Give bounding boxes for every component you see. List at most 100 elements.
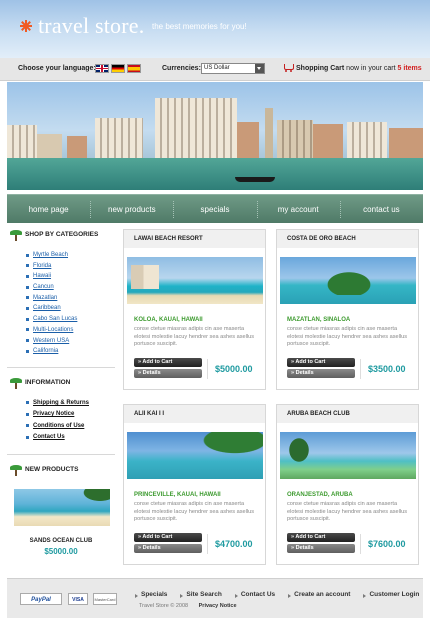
hero-banner — [7, 82, 423, 190]
german-flag-icon[interactable] — [111, 64, 125, 73]
logo-star-icon — [20, 20, 32, 32]
add-to-cart-button[interactable]: » Add to Cart — [134, 533, 202, 542]
new-product-title[interactable]: SANDS OCEAN CLUB — [7, 538, 115, 544]
spanish-flag-icon[interactable] — [127, 64, 141, 73]
product-card: ARUBA BEACH CLUB ORANJESTAD, ARUBA conse… — [276, 404, 419, 565]
nav-my-account[interactable]: my account — [256, 195, 340, 223]
product-location: MAZATLAN, SINALOA — [287, 317, 351, 323]
add-to-cart-label: Add to Cart — [142, 534, 173, 540]
paypal-icon: PayPal — [20, 593, 62, 605]
product-title[interactable]: LAWAI BEACH RESORT — [124, 230, 265, 248]
english-flag-icon[interactable] — [95, 64, 109, 73]
category-link[interactable]: Multi-Locations — [25, 325, 115, 336]
banner-tower — [265, 108, 273, 160]
currency-select[interactable]: US Dollar — [201, 63, 265, 74]
category-link[interactable]: Cancun — [25, 282, 115, 293]
footer-link-contact-us[interactable]: Contact Us — [234, 591, 275, 598]
category-link[interactable]: Cabo San Lucas — [25, 314, 115, 325]
banner-building — [347, 122, 387, 160]
sidebar: SHOP BY CATEGORIES Myrtle Beach Florida … — [7, 226, 115, 571]
footer-link-customer-login[interactable]: Customer Login — [363, 591, 419, 598]
details-label: Details — [142, 370, 161, 376]
nav-new-products[interactable]: new products — [90, 195, 173, 223]
sidebar-divider — [7, 453, 115, 455]
add-to-cart-button[interactable]: » Add to Cart — [287, 358, 355, 367]
details-button[interactable]: » Details — [134, 369, 202, 378]
product-image[interactable] — [280, 432, 416, 479]
currency-label: Currencies: — [162, 65, 201, 72]
site-tagline: the best memories for you! — [152, 22, 247, 31]
banner-building — [277, 120, 313, 160]
banner-building — [313, 124, 343, 160]
categories-heading: SHOP BY CATEGORIES — [7, 226, 115, 244]
palm-tree-icon — [10, 464, 22, 476]
nav-home-page[interactable]: home page — [7, 195, 90, 223]
palm-tree-icon — [10, 377, 22, 389]
product-price: $3500.00 — [360, 359, 406, 379]
copyright: Travel Store © 2008 Privacy Notice — [139, 603, 237, 609]
banner-building — [237, 122, 259, 160]
details-button[interactable]: » Details — [134, 544, 202, 553]
product-image[interactable] — [127, 432, 263, 479]
product-location: KOLOA, KAUAI, HAWAII — [134, 317, 203, 323]
product-location: PRINCEVILLE, KAUAI, HAWAII — [134, 492, 221, 498]
chevron-down-icon[interactable] — [255, 64, 264, 73]
banner-building — [37, 134, 62, 160]
new-product-price: $5000.00 — [44, 546, 78, 556]
product-price: $5000.00 — [207, 359, 253, 379]
utility-bar: Choose your language: Currencies: US Dol… — [0, 58, 430, 81]
shopping-cart-icon[interactable] — [284, 63, 294, 73]
product-title[interactable]: ALII KAI I I — [124, 405, 265, 423]
new-product-image[interactable] — [14, 488, 110, 526]
add-to-cart-button[interactable]: » Add to Cart — [134, 358, 202, 367]
info-link[interactable]: Contact Us — [25, 432, 115, 444]
category-link[interactable]: Florida — [25, 261, 115, 272]
add-to-cart-label: Add to Cart — [142, 359, 173, 365]
category-link[interactable]: Caribbean — [25, 303, 115, 314]
product-description: conse ctetue miasras adipis cin ase mase… — [287, 501, 408, 523]
cart-items-count[interactable]: 5 items — [398, 65, 422, 72]
info-link[interactable]: Shipping & Returns — [25, 398, 115, 410]
currency-value: US Dollar — [204, 65, 230, 71]
nav-contact-us[interactable]: contact us — [339, 195, 423, 223]
product-actions: » Add to Cart » Details — [134, 533, 202, 555]
product-card: ALII KAI I I PRINCEVILLE, KAUAI, HAWAII … — [123, 404, 266, 565]
information-heading: INFORMATION — [7, 374, 115, 392]
product-title[interactable]: COSTA DE ORO BEACH — [277, 230, 418, 248]
footer-link-site-search[interactable]: Site Search — [180, 591, 222, 598]
category-link[interactable]: Mazatlan — [25, 293, 115, 304]
cart-text: now in your cart — [346, 65, 396, 72]
info-link[interactable]: Privacy Notice — [25, 409, 115, 421]
language-flags — [95, 64, 141, 73]
cart-summary[interactable]: Shopping Cart now in your cart 5 items — [296, 65, 422, 72]
product-price: $4700.00 — [207, 534, 253, 554]
category-link[interactable]: Myrtle Beach — [25, 250, 115, 261]
category-link[interactable]: Hawaii — [25, 271, 115, 282]
product-image[interactable] — [127, 257, 263, 304]
category-link[interactable]: Western USA — [25, 336, 115, 347]
banner-building — [95, 118, 143, 160]
banner-building — [389, 128, 423, 160]
banner-gondola — [235, 177, 275, 182]
info-link[interactable]: Conditions of Use — [25, 421, 115, 433]
product-description: conse ctetue miasras adipis cin ase mase… — [134, 501, 255, 523]
banner-building — [7, 125, 37, 160]
footer-privacy-link[interactable]: Privacy Notice — [199, 603, 237, 609]
footer-link-create-account[interactable]: Create an account — [288, 591, 350, 598]
site-logo[interactable]: travel store. — [38, 13, 144, 39]
footer-link-specials[interactable]: Specials — [135, 591, 167, 598]
product-actions: » Add to Cart » Details — [287, 533, 355, 555]
information-list: Shipping & Returns Privacy Notice Condit… — [25, 398, 115, 444]
category-link[interactable]: California — [25, 346, 115, 357]
product-image[interactable] — [280, 257, 416, 304]
add-to-cart-button[interactable]: » Add to Cart — [287, 533, 355, 542]
product-actions: » Add to Cart » Details — [134, 358, 202, 380]
details-button[interactable]: » Details — [287, 544, 355, 553]
details-button[interactable]: » Details — [287, 369, 355, 378]
product-title[interactable]: ARUBA BEACH CLUB — [277, 405, 418, 423]
banner-building — [155, 98, 237, 160]
information-heading-label: INFORMATION — [25, 378, 71, 386]
cart-label[interactable]: Shopping Cart — [296, 65, 344, 72]
details-label: Details — [295, 370, 314, 376]
nav-specials[interactable]: specials — [173, 195, 256, 223]
